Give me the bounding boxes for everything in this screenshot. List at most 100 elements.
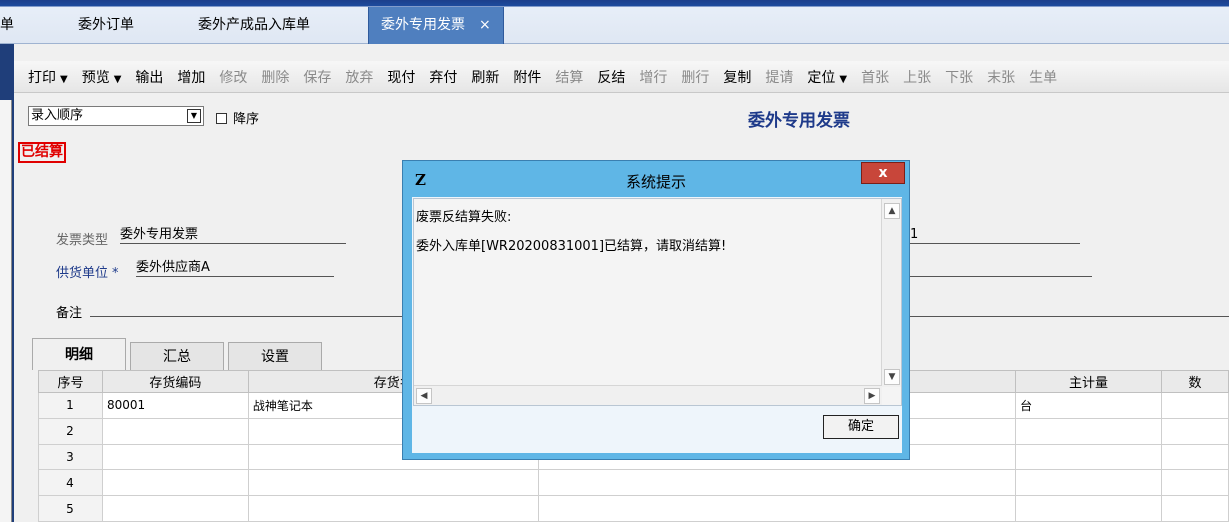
toolbar-button-3[interactable]: 增加 <box>177 67 205 87</box>
toolbar-button-8[interactable]: 现付 <box>387 67 415 87</box>
left-panel-collapsed[interactable] <box>0 100 12 522</box>
toolbar-button-17[interactable]: 提请 <box>765 67 793 87</box>
page-title: 委外专用发票 <box>748 111 850 131</box>
toolbar-button-12[interactable]: 结算 <box>555 67 583 87</box>
toolbar-button-9[interactable]: 弃付 <box>429 67 457 87</box>
descending-checkbox[interactable]: 降序 <box>216 108 259 127</box>
grid-cell[interactable] <box>1015 469 1162 497</box>
toolbar-button-2[interactable]: 输出 <box>135 67 163 87</box>
supplier-label-text: 供货单位 <box>56 266 109 281</box>
grid-cell[interactable] <box>537 495 1017 522</box>
scroll-up-icon[interactable]: ▲ <box>884 203 900 219</box>
grid-cell[interactable]: 2 <box>38 417 103 445</box>
toolbar-button-11[interactable]: 附件 <box>513 67 541 87</box>
chevron-down-icon[interactable]: ▼ <box>839 74 847 85</box>
tab-outsourcing-order[interactable]: 委外订单 <box>78 7 134 44</box>
chevron-down-icon[interactable]: ▼ <box>187 109 201 123</box>
grid-cell[interactable] <box>537 469 1017 497</box>
grid-header-cell[interactable]: 数 <box>1161 370 1229 393</box>
grid-cell[interactable] <box>101 495 249 522</box>
sort-order-select[interactable]: 录入顺序 ▼ <box>28 106 204 126</box>
grid-cell[interactable] <box>1015 417 1162 445</box>
toolbar-button-label: 打印 <box>28 69 56 86</box>
tab-outsourcing-product-receipt[interactable]: 委外产成品入库单 <box>198 7 310 44</box>
toolbar-button-10[interactable]: 刷新 <box>471 67 499 87</box>
table-row[interactable]: 4 <box>38 469 1229 497</box>
table-row[interactable]: 5 <box>38 495 1229 522</box>
message-textarea[interactable]: 废票反结算失败: 委外入库单[WR20200831001]已结算，请取消结算! … <box>413 198 902 406</box>
toolbar-button-1[interactable]: 预览 ▼ <box>82 67 122 87</box>
tab-partial-order[interactable]: 单 <box>0 7 14 44</box>
tab-close-icon[interactable]: × <box>479 17 491 33</box>
toolbar-button-5[interactable]: 删除 <box>261 67 289 87</box>
toolbar-button-7[interactable]: 放弃 <box>345 67 373 87</box>
toolbar-button-label: 删行 <box>681 69 710 86</box>
grid-cell[interactable]: 台 <box>1015 392 1162 419</box>
toolbar-button-6[interactable]: 保存 <box>303 67 331 87</box>
grid-cell[interactable]: 5 <box>38 495 103 522</box>
scroll-down-icon[interactable]: ▼ <box>884 369 900 385</box>
toolbar-button-label: 保存 <box>303 69 332 86</box>
toolbar-button-label: 现付 <box>387 69 416 86</box>
toolbar-button-23[interactable]: 生单 <box>1029 67 1057 87</box>
grid-cell[interactable] <box>101 417 249 445</box>
grid-cell[interactable] <box>101 469 249 497</box>
horizontal-scrollbar[interactable]: ◀ ▶ <box>414 385 882 405</box>
tab-summary[interactable]: 汇总 <box>130 342 224 370</box>
toolbar-button-0[interactable]: 打印 ▼ <box>28 67 68 87</box>
message-text: 废票反结算失败: 委外入库单[WR20200831001]已结算，请取消结算! <box>416 203 726 261</box>
toolbar-button-16[interactable]: 复制 <box>723 67 751 87</box>
toolbar-button-label: 附件 <box>513 69 542 86</box>
chevron-down-icon[interactable]: ▼ <box>60 74 68 85</box>
grid-cell[interactable]: 80001 <box>101 392 249 419</box>
toolbar-button-4[interactable]: 修改 <box>219 67 247 87</box>
chevron-down-icon[interactable]: ▼ <box>114 74 122 85</box>
grid-cell[interactable] <box>1161 443 1229 471</box>
toolbar-button-21[interactable]: 下张 <box>945 67 973 87</box>
scroll-left-icon[interactable]: ◀ <box>416 388 432 404</box>
right-field-2[interactable] <box>910 260 1092 277</box>
grid-cell[interactable] <box>1015 495 1162 522</box>
grid-header-cell[interactable]: 序号 <box>38 370 103 393</box>
vertical-scrollbar[interactable]: ▲ ▼ <box>881 199 901 387</box>
sort-order-value: 录入顺序 <box>31 108 84 123</box>
grid-cell[interactable]: 3 <box>38 443 103 471</box>
toolbar-button-20[interactable]: 上张 <box>903 67 931 87</box>
supplier-field[interactable]: 委外供应商A <box>136 260 334 277</box>
invoice-type-field[interactable]: 委外专用发票 <box>120 227 346 244</box>
toolbar-button-18[interactable]: 定位 ▼ <box>807 67 847 87</box>
tab-settings[interactable]: 设置 <box>228 342 322 370</box>
grid-cell[interactable]: 4 <box>38 469 103 497</box>
close-icon[interactable]: x <box>861 162 905 184</box>
grid-header-cell[interactable]: 主计量 <box>1015 370 1162 393</box>
grid-cell[interactable] <box>101 443 249 471</box>
toolbar-button-13[interactable]: 反结 <box>597 67 625 87</box>
grid-cell[interactable] <box>1161 392 1229 419</box>
toolbar-button-22[interactable]: 末张 <box>987 67 1015 87</box>
toolbar-button-label: 定位 <box>807 69 836 86</box>
grid-header-cell[interactable]: 存货编码 <box>101 370 249 393</box>
scroll-right-icon[interactable]: ▶ <box>864 388 880 404</box>
grid-cell[interactable] <box>247 469 539 497</box>
toolbar-button-19[interactable]: 首张 <box>861 67 889 87</box>
grid-cell[interactable] <box>1015 443 1162 471</box>
dialog-titlebar[interactable]: Z 系统提示 x <box>403 161 909 196</box>
message-line-2: 委外入库单[WR20200831001]已结算，请取消结算! <box>416 239 727 254</box>
toolbar-button-14[interactable]: 增行 <box>639 67 667 87</box>
grid-cell[interactable]: 1 <box>38 392 103 419</box>
toolbar-button-15[interactable]: 删行 <box>681 67 709 87</box>
status-badge: 已结算 <box>18 142 66 163</box>
right-field-1[interactable]: 1 <box>910 227 1080 244</box>
ok-button[interactable]: 确定 <box>823 415 899 439</box>
grid-cell[interactable] <box>1161 495 1229 522</box>
grid-cell[interactable] <box>247 495 539 522</box>
grid-cell[interactable] <box>1161 417 1229 445</box>
checkbox-box[interactable] <box>216 113 227 124</box>
tab-detail[interactable]: 明细 <box>32 338 126 370</box>
grid-cell[interactable] <box>1161 469 1229 497</box>
tab-outsourcing-invoice[interactable]: 委外专用发票 × <box>368 7 504 44</box>
toolbar-button-label: 输出 <box>135 69 164 86</box>
toolbar-button-label: 删除 <box>261 69 290 86</box>
toolbar-button-label: 增加 <box>177 69 206 86</box>
toolbar-button-label: 放弃 <box>345 69 374 86</box>
